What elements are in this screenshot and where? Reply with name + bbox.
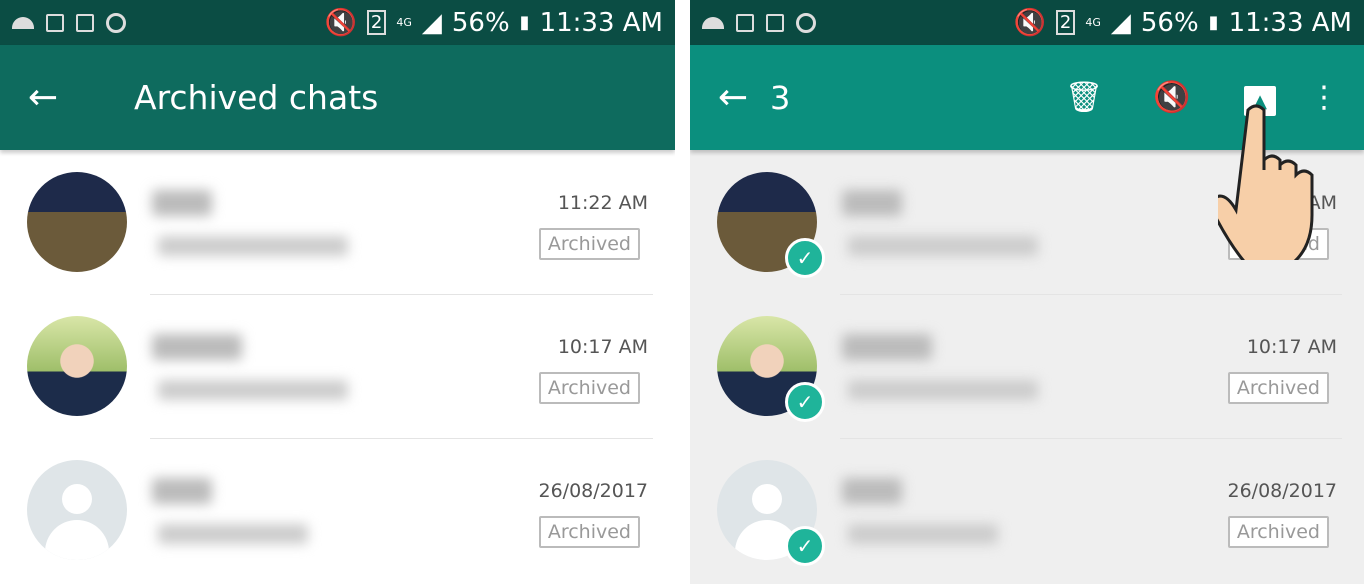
sim-label: 2 <box>1055 10 1076 35</box>
page-title: Archived chats <box>134 78 379 117</box>
message-preview-blurred <box>158 380 348 400</box>
avatar <box>27 172 127 272</box>
status-bar: 🔇 2 4G ◢ 56% ▮ 11:33 AM <box>690 0 1364 45</box>
message-preview-blurred <box>158 524 308 544</box>
contact-name-blurred <box>152 334 242 360</box>
chrome-icon <box>106 12 126 33</box>
message-preview-blurred <box>158 236 348 256</box>
battery-icon: ▮ <box>1208 12 1219 33</box>
network-label: 4G <box>1085 16 1101 29</box>
status-bar: 🔇 2 4G ◢ 56% ▮ 11:33 AM <box>0 0 675 45</box>
gallery-icon <box>46 13 64 32</box>
check-icon: ✓ <box>785 382 825 422</box>
selected-count: 3 <box>770 78 791 117</box>
avatar <box>27 316 127 416</box>
back-arrow-icon[interactable]: ← <box>28 77 88 118</box>
archived-badge: Archived <box>1227 516 1329 548</box>
wifi-icon <box>76 13 94 32</box>
battery-label: 56% <box>451 7 510 38</box>
chat-row[interactable]: 11:22 AM Archived <box>0 150 675 294</box>
chat-row[interactable]: 26/08/2017 Archived <box>0 438 675 582</box>
chat-row[interactable]: 10:17 AM Archived <box>0 294 675 438</box>
chat-time: 11:22 AM <box>557 192 648 214</box>
archived-badge: Archived <box>1227 372 1329 404</box>
message-preview-blurred <box>848 236 1038 256</box>
contact-name-blurred <box>152 190 212 216</box>
check-icon: ✓ <box>785 238 825 278</box>
pointing-hand-icon <box>1218 104 1314 260</box>
network-label: 4G <box>396 16 412 29</box>
chrome-icon <box>796 12 816 33</box>
archived-chats-screen: 🔇 2 4G ◢ 56% ▮ 11:33 AM ← Archived chats 11:22… <box>0 0 675 584</box>
wifi-icon <box>766 13 784 32</box>
mute-icon[interactable]: 🔇 <box>1128 80 1216 115</box>
archived-badge: Archived <box>538 516 640 548</box>
vibrate-icon: 🔇 <box>324 7 357 38</box>
contact-name-blurred <box>842 478 902 504</box>
chat-time: 10:17 AM <box>557 336 648 358</box>
archived-badge: Archived <box>538 228 640 260</box>
default-avatar-icon <box>27 460 127 560</box>
chat-time: 10:17 AM <box>1246 336 1337 358</box>
notification-icon <box>12 16 34 29</box>
signal-icon: ◢ <box>1110 7 1131 38</box>
battery-label: 56% <box>1140 7 1199 38</box>
delete-icon[interactable]: 🗑 <box>1040 80 1128 115</box>
contact-name-blurred <box>842 334 932 360</box>
sim-label: 2 <box>366 10 387 35</box>
back-arrow-icon[interactable]: ← <box>718 77 778 118</box>
contact-name-blurred <box>842 190 902 216</box>
contact-name-blurred <box>152 478 212 504</box>
message-preview-blurred <box>848 524 998 544</box>
clock: 11:33 AM <box>539 7 663 38</box>
message-preview-blurred <box>848 380 1038 400</box>
chat-time: 26/08/2017 <box>1227 480 1337 502</box>
battery-icon: ▮ <box>519 12 530 33</box>
selection-screen: 🔇24G◢56%▮11:33 AM ← 3 🗑 🔇 ▲ ⋮ ✓11:22 AMA… <box>690 0 1364 584</box>
archived-badge: Archived <box>538 372 640 404</box>
signal-icon: ◢ <box>421 7 442 38</box>
toolbar: ← Archived chats <box>0 45 675 150</box>
chat-time: 26/08/2017 <box>538 480 648 502</box>
chat-row-selected[interactable]: ✓ 26/08/2017 Archived <box>690 438 1364 582</box>
notification-icon <box>702 16 724 29</box>
clock: 11:33 AM <box>1228 7 1352 38</box>
check-icon: ✓ <box>785 526 825 566</box>
gallery-icon <box>736 13 754 32</box>
chat-row-selected[interactable]: ✓ 10:17 AM Archived <box>690 294 1364 438</box>
vibrate-icon: 🔇 <box>1013 7 1046 38</box>
